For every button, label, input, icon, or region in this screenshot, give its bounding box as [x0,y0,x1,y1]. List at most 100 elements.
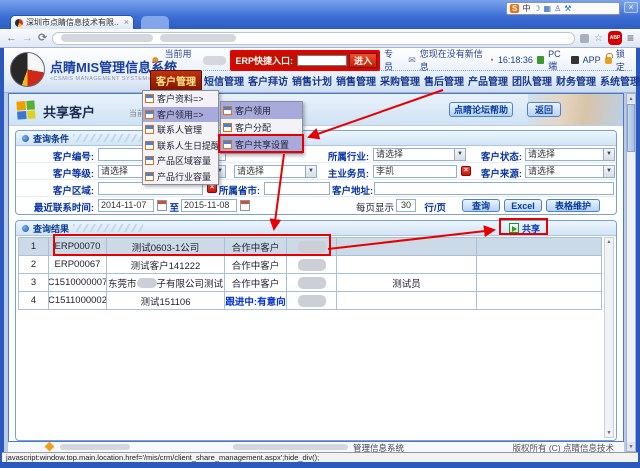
menu-item-system[interactable]: 系统管理 [598,71,640,90]
menu-item-sales[interactable]: 销售管理 [334,71,378,90]
app-label[interactable]: APP [583,55,601,65]
chevron-down-icon[interactable]: ▼ [603,166,614,177]
table-row[interactable]: 3 C1510000007 东莞市 子有限公司测试 合作中客户 测试员 [19,274,602,292]
input-method-bar[interactable]: S 中 ☽ ▦ ♙ ⚒ [506,2,620,15]
new-tab-stub[interactable] [141,16,169,29]
dropdown-item-customer-claim[interactable]: 客户领用=> [143,107,218,123]
person-mode-icon[interactable]: ♙ [554,4,561,13]
dropdown-item-customer-data[interactable]: 客户资料=> [143,91,218,107]
table-row[interactable]: 4 C1511000002 测试151106 跟进中:有意向 [19,292,602,310]
chevron-down-icon[interactable]: ▼ [603,149,614,160]
customer-status-select[interactable]: 请选择 ▼ [525,148,615,161]
scroll-up-icon[interactable]: ▲ [607,239,612,245]
reload-icon[interactable]: ⟳ [38,33,47,44]
back-button[interactable]: 返回 [527,102,561,117]
section-bullet-icon [22,135,29,142]
chevron-down-icon[interactable]: ▼ [454,149,465,160]
menu-item-purchase[interactable]: 采购管理 [378,71,422,90]
extension-icon[interactable] [580,34,589,43]
search-button[interactable]: 查询 [462,199,500,212]
cell-owner [287,292,337,309]
form-icon [223,123,232,132]
date-to-input[interactable]: 2015-11-08 [181,199,237,212]
tools-icon[interactable]: ⚒ [564,4,571,13]
no-message-text[interactable]: 您现在没有新信息 [420,47,485,73]
redacted-blob [298,295,326,307]
window-close-button[interactable]: × [624,2,638,13]
table-maintain-button[interactable]: 表格维护 [546,199,600,212]
per-page-input[interactable]: 30 [396,199,416,212]
content-frame: 共享客户 当前位 点睛论坛帮助 返回 查询条件 客户编号: 所属行业: 请选择 … [8,93,624,442]
address-bar[interactable] [52,32,575,45]
address-input[interactable] [374,182,614,195]
forward-icon[interactable]: → [22,33,33,44]
menu-item-aftersale[interactable]: 售后管理 [422,71,466,90]
scroll-up-icon[interactable]: ▲ [627,94,635,103]
browser-toolbar: ← → ⟳ ☆ ABP ≡ [0,29,640,48]
form-icon [145,172,154,181]
erp-enter-button[interactable]: 进入 [349,53,377,68]
table-row[interactable]: 2 ERP00067 测试客户141222 合作中客户 [19,256,602,274]
erp-entry-input[interactable] [297,55,347,66]
submenu-item-customer-share-setting[interactable]: 客户共享设置 [221,136,302,153]
form-icon [145,110,154,119]
redacted-blob [298,259,326,271]
date-from-input[interactable]: 2014-11-07 [98,199,154,212]
customer-no-label: 客户编号: [22,149,94,163]
sogou-icon[interactable]: S [510,4,519,13]
calendar-icon[interactable] [157,200,167,211]
cell-staff [337,256,477,273]
salesman-input[interactable]: 李凯 [373,165,457,178]
adblock-icon[interactable]: ABP [608,31,622,45]
submenu-item-customer-assign[interactable]: 客户分配 [221,119,302,136]
menu-item-customer[interactable]: 客户管理 [150,70,202,91]
moon-icon[interactable]: ☽ [533,4,540,13]
browser-menu-icon[interactable]: ≡ [627,31,634,45]
forum-help-button[interactable]: 点睛论坛帮助 [449,102,513,117]
keyboard-icon[interactable]: ▦ [544,4,552,13]
dropdown-item-industry-capacity[interactable]: 产品行业容量 [143,169,218,185]
cell-code: C1510000007 [49,274,107,291]
status-link-text: javascript:window.top.main.location.href… [6,453,319,462]
browser-scrollbar[interactable]: ▲ ▼ [626,93,636,452]
customer-status-label: 客户状态: [466,149,522,163]
scroll-down-icon[interactable]: ▼ [607,430,612,436]
hatch-decoration [73,134,143,142]
form-icon [223,140,232,149]
message-envelope-icon: ✉ [408,55,416,66]
excel-button[interactable]: Excel [504,199,542,212]
calendar-icon[interactable] [240,200,250,211]
cell-owner [287,238,337,255]
table-scrollbar[interactable]: ▲ ▼ [604,237,614,438]
lock-label[interactable]: 锁定 [616,47,632,73]
bookmark-star-icon[interactable]: ☆ [594,33,603,44]
lang-mode-icon[interactable]: 中 [522,3,530,14]
menu-item-visit[interactable]: 客户拜访 [246,71,290,90]
industry-select[interactable]: 请选择 ▼ [373,148,466,161]
pc-client-label[interactable]: PC端 [548,49,567,72]
menu-item-sales-plan[interactable]: 销售计划 [290,71,334,90]
menu-item-finance[interactable]: 财务管理 [554,71,598,90]
cell-code: ERP00067 [49,256,107,273]
menu-item-sms[interactable]: 短信管理 [202,71,246,90]
user-icon: ☻ [150,55,161,66]
hidden-label-select[interactable]: 请选择 ▼ [234,165,317,178]
dropdown-item-contact-management[interactable]: 联系人管理 [143,122,218,138]
page-footer: 管理信息系统 版权所有 (C) 点睛信息技术 [8,442,624,452]
back-icon[interactable]: ← [6,33,17,44]
menu-item-product[interactable]: 产品管理 [466,71,510,90]
dropdown-item-birthday-reminder[interactable]: 联系人生日提醒 [143,138,218,154]
dropdown-item-region-capacity[interactable]: 产品区域容量 [143,153,218,169]
redacted-blob [137,278,157,288]
share-button[interactable]: 共享 [509,222,540,235]
customer-source-select[interactable]: 请选择 ▼ [525,165,615,178]
scrollbar-thumb[interactable] [627,104,635,152]
submenu-item-customer-claim[interactable]: 客户领用 [221,102,302,119]
province-input[interactable] [264,182,330,195]
scroll-down-icon[interactable]: ▼ [627,442,635,451]
app-header: 点睛MIS管理信息系统 «CSMIS MANAGEMENT SYSTEM» ☻ … [4,48,636,93]
tab-close-icon[interactable]: × [124,18,129,27]
table-row[interactable]: 1 ERP00070 测试0603-1公司 合作中客户 [19,238,602,256]
browser-tab[interactable]: 深圳市点睛信息技术有限.. × [10,15,134,29]
menu-item-team[interactable]: 团队管理 [510,71,554,90]
